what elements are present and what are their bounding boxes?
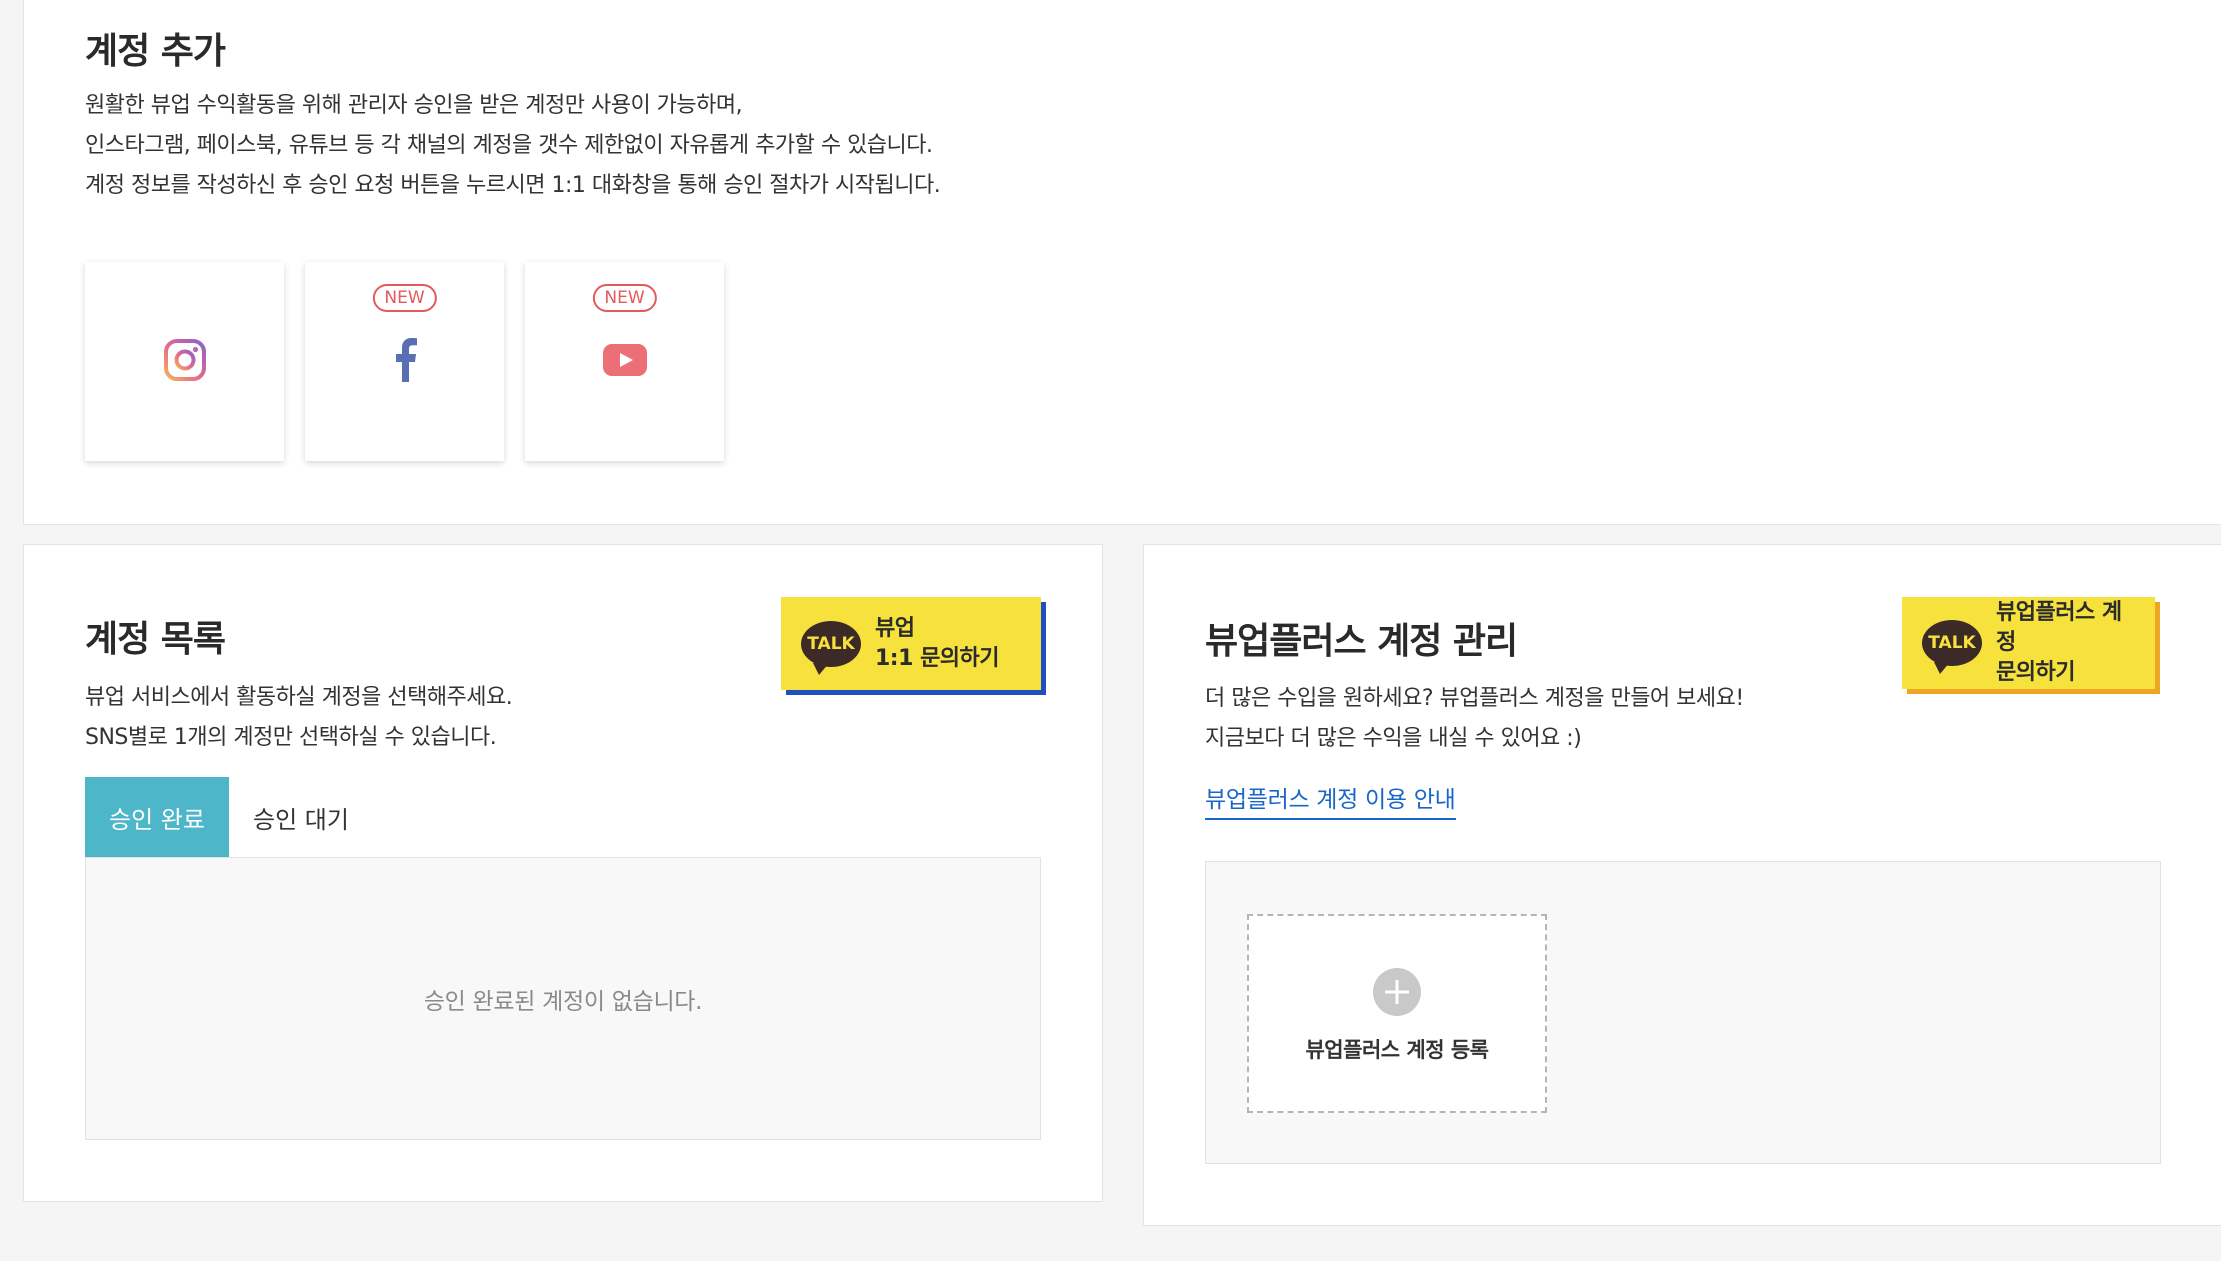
description-line: 뷰업 서비스에서 활동하실 계정을 선택해주세요. [85, 685, 513, 710]
viewup-plus-title: 뷰업플러스 계정 관리 [1205, 621, 1518, 662]
register-label: 뷰업플러스 계정 등록 [1305, 1038, 1489, 1062]
kakao-talk-icon: TALK [1922, 620, 1982, 674]
description-line: 더 많은 수입을 원하세요? 뷰업플러스 계정을 만들어 보세요! [1205, 686, 1744, 711]
account-add-title: 계정 추가 [85, 31, 226, 72]
description-line: 인스타그램, 페이스북, 유튜브 등 각 채널의 계정을 갯수 제한없이 자유롭… [85, 133, 933, 158]
viewup-plus-guide-link[interactable]: 뷰업플러스 계정 이용 안내 [1205, 780, 1456, 820]
approved-accounts-empty-state: 승인 완료된 계정이 없습니다. [85, 857, 1041, 1140]
account-list-description: 뷰업 서비스에서 활동하실 계정을 선택해주세요. SNS별로 1개의 계정만 … [85, 678, 513, 758]
description-line: SNS별로 1개의 계정만 선택하실 수 있습니다. [85, 725, 497, 750]
viewup-plus-inquiry-button[interactable]: TALK 뷰업플러스 계정 문의하기 [1902, 597, 2155, 689]
inquiry-button-label: 뷰업 1:1 문의하기 [875, 615, 1000, 671]
account-list-title: 계정 목록 [85, 619, 226, 660]
instagram-add-card[interactable] [85, 262, 284, 461]
register-viewup-plus-account-button[interactable]: 뷰업플러스 계정 등록 [1247, 914, 1547, 1113]
description-line: 지금보다 더 많은 수익을 내실 수 있어요 :) [1205, 726, 1582, 751]
new-badge: NEW [372, 284, 437, 312]
tab-pending[interactable]: 승인 대기 [229, 777, 373, 857]
description-line: 원활한 뷰업 수익활동을 위해 관리자 승인을 받은 계정만 사용이 가능하며, [85, 93, 743, 118]
plus-icon [1373, 968, 1421, 1016]
empty-message: 승인 완료된 계정이 없습니다. [423, 988, 703, 1015]
viewup-inquiry-button[interactable]: TALK 뷰업 1:1 문의하기 [781, 597, 1041, 690]
facebook-icon [393, 337, 417, 386]
instagram-icon [163, 338, 207, 386]
facebook-add-card[interactable]: NEW [305, 262, 504, 461]
new-badge: NEW [592, 284, 657, 312]
tab-approved[interactable]: 승인 완료 [85, 777, 229, 857]
kakao-talk-icon: TALK [801, 620, 861, 675]
description-line: 계정 정보를 작성하신 후 승인 요청 버튼을 누르시면 1:1 대화창을 통해… [85, 173, 941, 198]
youtube-add-card[interactable]: NEW [525, 262, 724, 461]
youtube-icon [602, 343, 647, 380]
inquiry-button-label: 뷰업플러스 계정 문의하기 [1996, 600, 2122, 685]
account-add-description: 원활한 뷰업 수익활동을 위해 관리자 승인을 받은 계정만 사용이 가능하며,… [85, 86, 941, 206]
viewup-plus-description: 더 많은 수입을 원하세요? 뷰업플러스 계정을 만들어 보세요! 지금보다 더… [1205, 679, 1744, 759]
